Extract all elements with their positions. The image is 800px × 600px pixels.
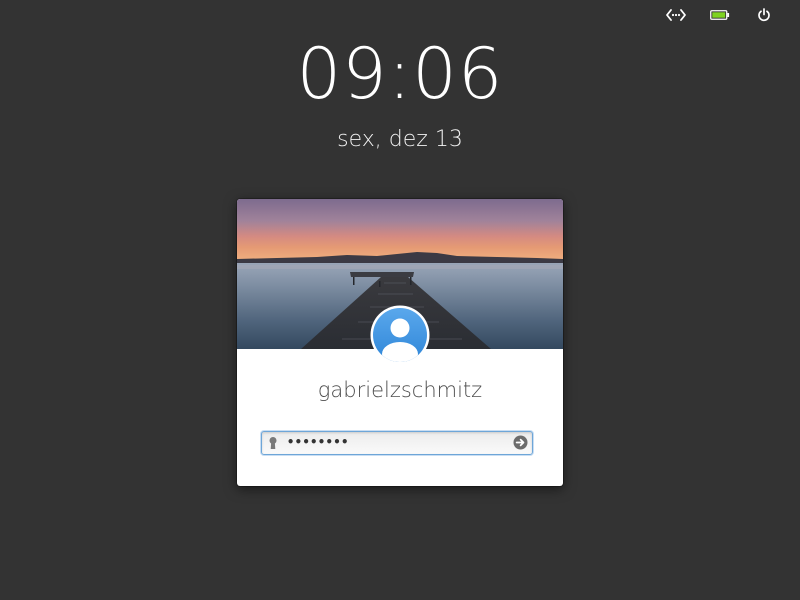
user-avatar-icon[interactable] [370, 305, 430, 365]
username-label: gabrielzschmitz [317, 378, 483, 402]
network-wired-icon [666, 9, 686, 21]
arrow-right-circle-icon[interactable] [513, 435, 528, 450]
password-input[interactable]: •••••••• [261, 431, 533, 455]
power-indicator[interactable] [742, 6, 786, 24]
battery-full-icon [710, 10, 730, 20]
keyhole-icon [269, 437, 277, 449]
login-card: gabrielzschmitz •••••••• [237, 199, 563, 486]
lock-screen: 09:06 sex, dez 13 gabrielzschmitz ••••••… [0, 0, 800, 600]
clock-date: sex, dez 13 [337, 127, 463, 152]
battery-indicator[interactable] [698, 6, 742, 24]
clock-time: 09:06 [296, 33, 504, 115]
password-mask: •••••••• [287, 435, 349, 449]
power-icon [758, 8, 770, 22]
top-panel-indicators [654, 6, 786, 24]
network-indicator[interactable] [654, 6, 698, 24]
